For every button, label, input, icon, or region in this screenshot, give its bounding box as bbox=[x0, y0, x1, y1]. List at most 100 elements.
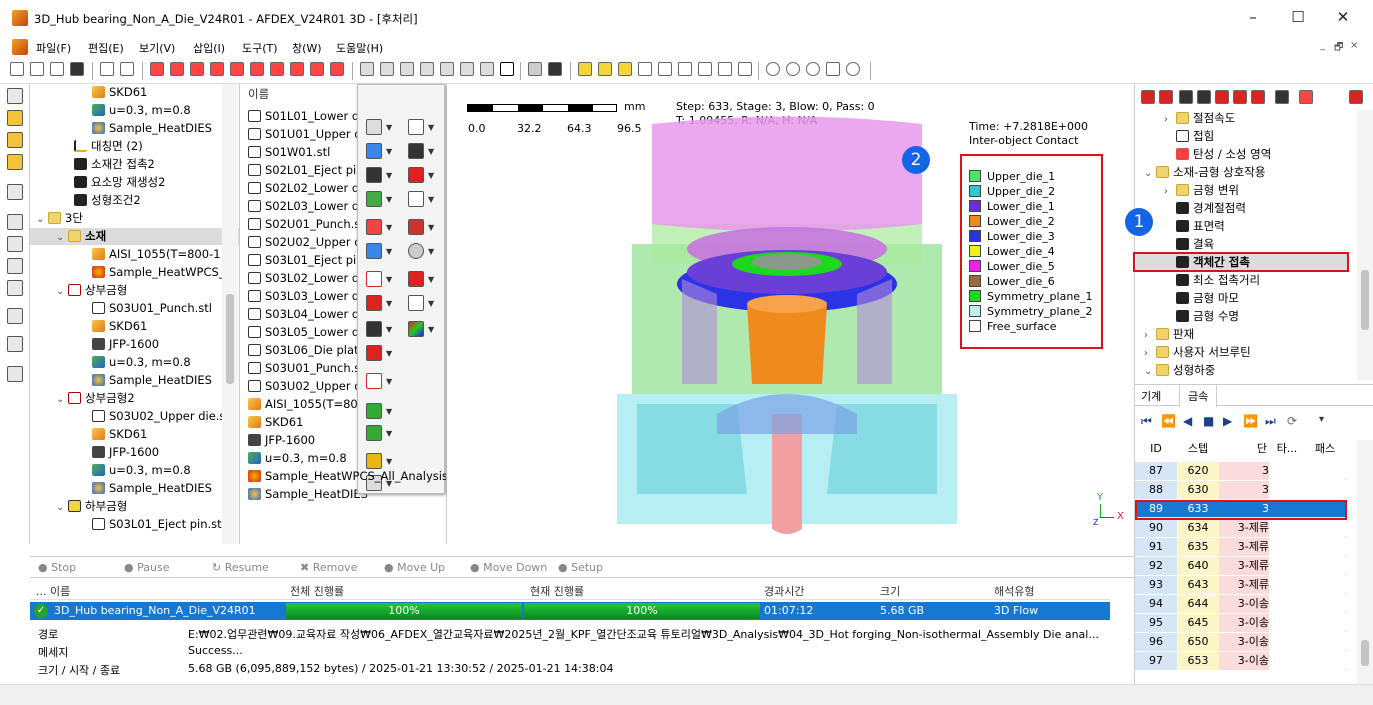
box-view9-icon[interactable] bbox=[738, 62, 752, 76]
file-item[interactable]: Sample_HeatWPCS_All_Analysis bbox=[248, 468, 446, 485]
grid-row[interactable]: 97 653 3-이송 bbox=[1135, 652, 1347, 670]
file-item[interactable]: S02L03_Lower die bbox=[248, 198, 369, 215]
report-icon[interactable] bbox=[7, 366, 23, 382]
wire-view7-icon[interactable] bbox=[480, 62, 494, 76]
sheet-icon[interactable] bbox=[7, 308, 23, 324]
grid-header-blow[interactable]: 타... bbox=[1269, 440, 1305, 458]
tree-item[interactable]: Sample_HeatDIES bbox=[92, 372, 212, 389]
menu-edit[interactable]: 편집(E) bbox=[88, 40, 124, 56]
menu-insert[interactable]: 삽입(I) bbox=[193, 40, 225, 56]
grid-row[interactable]: 88 630 3 bbox=[1135, 481, 1347, 499]
tree-item[interactable]: u=0.3, m=0.8 bbox=[92, 462, 191, 479]
box-view5-icon[interactable] bbox=[658, 62, 672, 76]
box-view8-icon[interactable] bbox=[718, 62, 732, 76]
tree-item[interactable]: 소재간 접촉2 bbox=[74, 156, 155, 173]
surface-icon[interactable] bbox=[366, 143, 382, 159]
chart-icon[interactable] bbox=[366, 345, 382, 361]
camera-icon[interactable] bbox=[528, 62, 542, 76]
result-tool-icon[interactable] bbox=[1197, 90, 1211, 104]
tab-mechanical[interactable]: 기계 bbox=[1141, 388, 1161, 404]
file-item[interactable]: S02U01_Punch.stl bbox=[248, 216, 368, 233]
box-view-icon[interactable] bbox=[578, 62, 592, 76]
box-view4-icon[interactable] bbox=[638, 62, 652, 76]
minimize-button[interactable]: – bbox=[1238, 8, 1268, 28]
menu-view[interactable]: 보기(V) bbox=[139, 40, 175, 56]
wrench-icon[interactable] bbox=[500, 62, 514, 76]
grid-header-id[interactable]: ID bbox=[1135, 440, 1177, 458]
menu-file[interactable]: 파일(F) bbox=[36, 40, 71, 56]
wire-view6-icon[interactable] bbox=[460, 62, 474, 76]
new-file-icon[interactable] bbox=[10, 62, 24, 76]
box-view6-icon[interactable] bbox=[678, 62, 692, 76]
grid-row[interactable]: 87 620 3 bbox=[1135, 462, 1347, 480]
tree-item[interactable]: ⌄ 상부금형 bbox=[56, 282, 127, 299]
box-view3-icon[interactable] bbox=[618, 62, 632, 76]
hierarchy-icon[interactable] bbox=[7, 236, 23, 252]
table-icon[interactable] bbox=[366, 403, 382, 419]
mdi-restore-button[interactable]: 🗗 bbox=[1334, 40, 1343, 57]
chevron-down-icon[interactable]: ⌄ bbox=[56, 391, 68, 408]
stop-job-button[interactable]: ● Stop bbox=[38, 561, 76, 574]
result-tool-icon[interactable] bbox=[1159, 90, 1173, 104]
file-item[interactable]: Sample_HeatDIES bbox=[248, 486, 368, 503]
pin-icon[interactable] bbox=[408, 191, 424, 207]
tree-item[interactable]: ⌄ 상부금형2 bbox=[56, 390, 135, 407]
stop-button[interactable]: ■ bbox=[1203, 414, 1214, 428]
grid-header-stage[interactable]: 단 bbox=[1219, 440, 1269, 458]
file-item[interactable]: S03L04_Lower die bbox=[248, 306, 369, 323]
file-item[interactable]: S02L01_Eject pin. bbox=[248, 162, 367, 179]
view-right-icon[interactable] bbox=[210, 62, 224, 76]
result-tool-icon[interactable] bbox=[1275, 90, 1289, 104]
display-icon[interactable] bbox=[7, 154, 23, 170]
file-item[interactable]: S03L01_Eject pin. bbox=[248, 252, 367, 269]
tree-item[interactable]: AISI_1055(T=800-1 bbox=[92, 246, 221, 263]
tree-item[interactable]: Sample_HeatDIES bbox=[92, 120, 212, 137]
result-tree-item[interactable]: 표면력 bbox=[1176, 218, 1225, 235]
grid-icon[interactable] bbox=[366, 167, 382, 183]
tree-item[interactable]: S03U01_Punch.stl bbox=[92, 300, 212, 317]
screen-icon[interactable] bbox=[7, 184, 23, 200]
refresh-button[interactable]: ⟳ bbox=[1287, 414, 1297, 428]
wire-view-icon[interactable] bbox=[360, 62, 374, 76]
result-tree-item[interactable]: 최소 접촉거리 bbox=[1176, 272, 1260, 289]
tree-item[interactable]: Sample_HeatDIES bbox=[92, 480, 212, 497]
column-header-total-progress[interactable]: 전체 진행률 bbox=[290, 583, 344, 599]
prev-step-button[interactable]: ◀ bbox=[1183, 414, 1192, 428]
view-back-icon[interactable] bbox=[170, 62, 184, 76]
column-header-size[interactable]: 크기 bbox=[880, 583, 900, 599]
result-tree-item[interactable]: 탄성 / 소성 영역 bbox=[1176, 146, 1271, 163]
wire-view3-icon[interactable] bbox=[400, 62, 414, 76]
grid-row[interactable]: 93 643 3-제류 bbox=[1135, 576, 1347, 594]
remove-job-button[interactable]: ✖ Remove bbox=[300, 561, 357, 574]
export-data-icon[interactable] bbox=[7, 336, 23, 352]
column-header-name[interactable]: ... 이름 bbox=[36, 583, 70, 599]
tree-item[interactable]: S03U02_Upper die.s bbox=[92, 408, 225, 425]
result-tree-item[interactable]: 접힘 bbox=[1176, 128, 1214, 145]
mdi-close-button[interactable]: × bbox=[1350, 40, 1358, 51]
view-top-icon[interactable] bbox=[230, 62, 244, 76]
column-header-type[interactable]: 해석유형 bbox=[994, 583, 1034, 599]
vector-icon[interactable] bbox=[408, 219, 424, 235]
link-icon[interactable] bbox=[7, 280, 23, 296]
lines-icon[interactable] bbox=[366, 321, 382, 337]
import-icon[interactable] bbox=[100, 62, 114, 76]
tree-item[interactable]: SKD61 bbox=[92, 84, 147, 101]
list-icon[interactable] bbox=[7, 214, 23, 230]
result-tree-item[interactable]: 경계절점력 bbox=[1176, 200, 1246, 217]
process-icon[interactable] bbox=[7, 110, 23, 126]
box-view2-icon[interactable] bbox=[598, 62, 612, 76]
tree-item[interactable]: 성형조건2 bbox=[74, 192, 141, 209]
next-step-button[interactable]: ▶ bbox=[1223, 414, 1232, 428]
file-item[interactable]: S03L06_Die plate. bbox=[248, 342, 369, 359]
first-step-button[interactable]: ⏮ bbox=[1141, 414, 1152, 429]
result-tree-item[interactable]: 결육 bbox=[1176, 236, 1214, 253]
nav-dropdown-button[interactable]: ▾ bbox=[1319, 414, 1324, 425]
view-left-icon[interactable] bbox=[190, 62, 204, 76]
result-tree-scrollbar[interactable] bbox=[1357, 110, 1373, 380]
pan-hand-icon[interactable] bbox=[826, 62, 840, 76]
table2-icon[interactable] bbox=[366, 425, 382, 441]
result-tool-icon[interactable] bbox=[1349, 90, 1363, 104]
result-tool-icon[interactable] bbox=[1233, 90, 1247, 104]
result-tool-icon[interactable] bbox=[1251, 90, 1265, 104]
file-item[interactable]: S03U02_Upper die bbox=[248, 378, 372, 395]
